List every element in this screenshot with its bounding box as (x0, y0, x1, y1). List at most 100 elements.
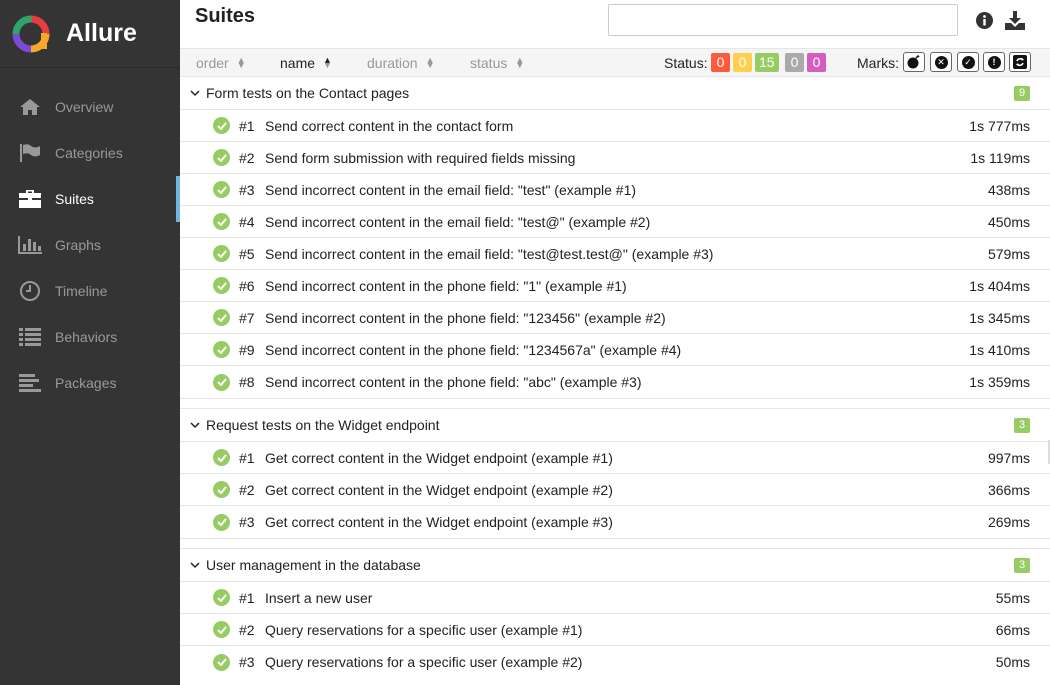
test-name: Query reservations for a specific user (… (265, 654, 583, 670)
test-order: #1 (239, 117, 255, 134)
test-duration: 438ms (987, 181, 1030, 198)
sort-by-status[interactable]: status ▲ ▼ (470, 55, 524, 71)
passed-status-icon (213, 149, 230, 166)
suite-group: Form tests on the Contact pages 9 #1 Send… (180, 77, 1050, 409)
suite-count-badge: 3 (1014, 418, 1030, 433)
test-order: #2 (239, 481, 255, 498)
mark-new-broken-toggle[interactable]: ! (983, 52, 1005, 72)
test-row[interactable]: #6 Send incorrect content in the phone fi… (180, 270, 1050, 302)
info-button[interactable] (973, 9, 995, 31)
passed-status-icon (213, 341, 230, 358)
test-name: Query reservations for a specific user (… (265, 621, 583, 638)
test-row[interactable]: #2 Get correct content in the Widget endp… (180, 474, 1050, 506)
group-spacer (180, 539, 1050, 549)
test-row[interactable]: #3 Get correct content in the Widget endp… (180, 506, 1050, 538)
status-filter-label: Status: (664, 55, 708, 71)
sidebar-item-label: Graphs (55, 237, 101, 253)
status-broken-toggle[interactable]: 0 (733, 53, 752, 72)
suite-group-header[interactable]: Request tests on the Widget endpoint 3 (180, 409, 1050, 442)
test-name: Get correct content in the Widget endpoi… (265, 449, 613, 466)
status-passed-toggle[interactable]: 15 (755, 53, 779, 72)
mark-new-failed-toggle[interactable]: ✕ (930, 52, 952, 72)
status-skipped-toggle[interactable]: 0 (785, 53, 804, 72)
sort-toolbar: order ▲ ▼ name ▲ ▼ duration ▲ ▼ status ▲ ▼ S… (180, 48, 1050, 77)
mark-retries-toggle[interactable] (1009, 52, 1031, 72)
sort-by-name[interactable]: name ▲ ▼ (280, 55, 332, 71)
test-row[interactable]: #3 Send incorrect content in the email fi… (180, 174, 1050, 206)
test-duration: 997ms (987, 449, 1030, 466)
test-name: Send incorrect content in the phone fiel… (265, 277, 627, 294)
sidebar-item-suites[interactable]: Suites (0, 176, 180, 222)
suite-title: Request tests on the Widget endpoint (206, 417, 440, 433)
test-row[interactable]: #7 Send incorrect content in the phone fi… (180, 302, 1050, 334)
test-order: #6 (239, 277, 255, 294)
suites-tree: Form tests on the Contact pages 9 #1 Send… (180, 77, 1050, 678)
sidebar-item-packages[interactable]: Packages (0, 360, 180, 406)
clock-icon (18, 281, 42, 301)
chevron-down-icon (190, 88, 200, 98)
chevron-down-icon (190, 560, 200, 570)
test-row[interactable]: #1 Get correct content in the Widget endp… (180, 442, 1050, 474)
test-row[interactable]: #2 Send form submission with required fie… (180, 142, 1050, 174)
suite-group: Request tests on the Widget endpoint 3 #… (180, 409, 1050, 549)
sidebar-item-label: Timeline (55, 283, 108, 299)
mark-new-passed-toggle[interactable]: ✓ (957, 52, 979, 72)
test-row[interactable]: #9 Send incorrect content in the phone fi… (180, 334, 1050, 366)
download-button[interactable] (1004, 9, 1026, 31)
suite-title: User management in the database (206, 557, 421, 573)
test-order: #2 (239, 621, 255, 638)
passed-status-icon (213, 277, 230, 294)
sidebar-item-timeline[interactable]: Timeline (0, 268, 180, 314)
times-circle-icon: ✕ (934, 55, 948, 69)
suite-title: Form tests on the Contact pages (206, 85, 410, 101)
suite-group-header[interactable]: Form tests on the Contact pages 9 (180, 77, 1050, 110)
test-duration: 50ms (995, 654, 1030, 670)
test-row[interactable]: #5 Send incorrect content in the email fi… (180, 238, 1050, 270)
test-row[interactable]: #4 Send incorrect content in the email fi… (180, 206, 1050, 238)
test-name: Send incorrect content in the email fiel… (265, 213, 651, 230)
sidebar-item-label: Suites (55, 191, 94, 207)
test-name: Get correct content in the Widget endpoi… (265, 514, 613, 530)
suite-tests: #1 Insert a new user 55ms #2 Query reservat… (180, 582, 1050, 678)
test-row[interactable]: #1 Insert a new user 55ms (180, 582, 1050, 614)
sidebar-item-categories[interactable]: Categories (0, 130, 180, 176)
sort-by-order[interactable]: order ▲ ▼ (196, 55, 246, 71)
sidebar-item-behaviors[interactable]: Behaviors (0, 314, 180, 360)
allure-logo-icon (12, 15, 50, 52)
download-icon (1005, 10, 1025, 30)
test-duration: 450ms (987, 213, 1030, 230)
check-circle-icon: ✓ (961, 55, 975, 69)
status-unknown-toggle[interactable]: 0 (807, 53, 826, 72)
passed-status-icon (213, 181, 230, 198)
test-duration: 366ms (987, 481, 1030, 498)
page-title: Suites (195, 5, 256, 27)
flag-icon (18, 143, 42, 163)
test-row[interactable]: #3 Query reservations for a specific user… (180, 646, 1050, 678)
passed-status-icon (213, 213, 230, 230)
test-order: #2 (239, 149, 255, 166)
passed-status-icon (213, 621, 230, 638)
brand[interactable]: Allure (0, 0, 180, 68)
sidebar-item-graphs[interactable]: Graphs (0, 222, 180, 268)
sidebar-item-overview[interactable]: Overview (0, 84, 180, 130)
marks-filter-label: Marks: (857, 55, 899, 71)
info-icon (975, 11, 993, 29)
mark-flaky-toggle[interactable] (903, 52, 925, 72)
test-name: Send form submission with required field… (265, 149, 576, 166)
align-left-icon (18, 373, 42, 393)
test-duration: 1s 345ms (969, 309, 1030, 326)
passed-status-icon (213, 449, 230, 466)
test-duration: 1s 410ms (969, 341, 1030, 358)
test-order: #8 (239, 374, 255, 390)
suite-group-header[interactable]: User management in the database 3 (180, 549, 1050, 582)
status-failed-toggle[interactable]: 0 (711, 53, 730, 72)
search-input[interactable] (608, 4, 958, 36)
test-row[interactable]: #1 Send correct content in the contact fo… (180, 110, 1050, 142)
test-row[interactable]: #2 Query reservations for a specific user… (180, 614, 1050, 646)
sort-by-duration[interactable]: duration ▲ ▼ (367, 55, 435, 71)
test-order: #7 (239, 309, 255, 326)
test-duration: 55ms (995, 589, 1030, 606)
test-row[interactable]: #8 Send incorrect content in the phone fi… (180, 366, 1050, 398)
test-name: Send incorrect content in the phone fiel… (265, 374, 642, 390)
test-name: Send correct content in the contact form (265, 117, 514, 134)
